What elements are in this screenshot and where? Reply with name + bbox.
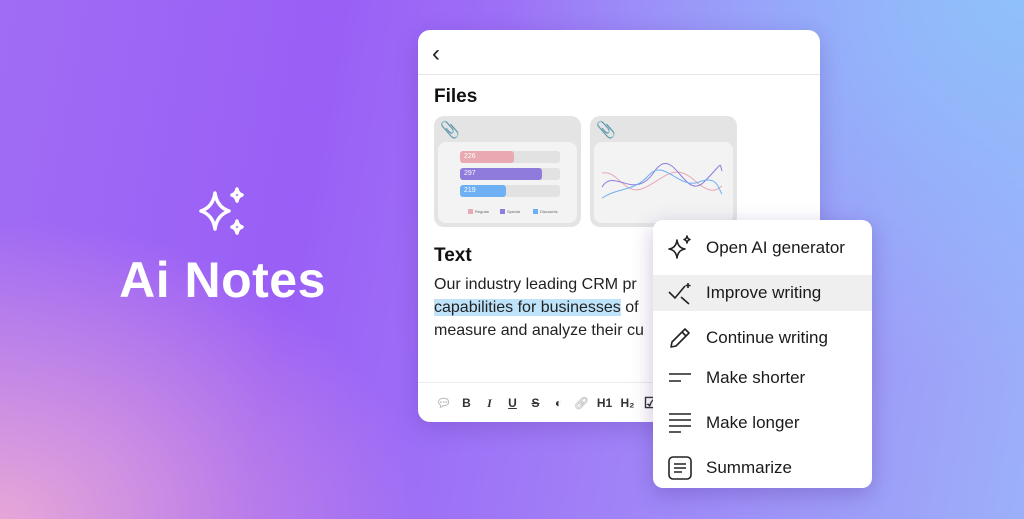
sparkles-icon (653, 235, 706, 261)
underline-button[interactable]: U (501, 396, 524, 410)
menu-item-summarize[interactable]: Summarize (653, 450, 872, 486)
menu-item-improve-writing[interactable]: Improve writing (653, 275, 872, 311)
paperclip-icon: 📎 (440, 122, 460, 139)
pencil-icon (653, 325, 706, 351)
menu-item-make-longer[interactable]: Make longer (653, 405, 872, 441)
check-sparkle-icon (653, 280, 706, 306)
summary-doc-icon (653, 455, 706, 481)
bar-special: 297 (460, 168, 542, 180)
sparkles-icon (198, 187, 244, 235)
files-heading: Files (434, 86, 478, 107)
comment-icon[interactable]: 💬︎ (432, 396, 455, 410)
text-line: Our industry leading CRM pr (434, 276, 637, 293)
format-toolbar: 💬︎ B I U S ◐ 🔗︎ H1 H₂ ☑ (432, 394, 662, 412)
menu-item-open-ai-generator[interactable]: Open AI generator (653, 230, 872, 266)
brand-title: Ai Notes (119, 252, 326, 308)
ai-menu: Open AI generator Improve writing Contin… (653, 220, 872, 488)
menu-item-continue-writing[interactable]: Continue writing (653, 320, 872, 356)
menu-item-make-shorter[interactable]: Make shorter (653, 360, 872, 396)
file-thumbnail-bar-chart[interactable]: 📎 226 297 219 Regular Special Discounts (434, 116, 581, 227)
text-heading: Text (434, 245, 472, 266)
h1-button[interactable]: H1 (593, 396, 616, 410)
italic-button[interactable]: I (478, 396, 501, 411)
bar-discounts: 219 (460, 185, 506, 197)
text-editor[interactable]: Our industry leading CRM pr capabilities… (434, 273, 644, 342)
legend-item: Regular (468, 209, 489, 214)
text-line: capabilities for businesses of (434, 299, 639, 316)
bold-button[interactable]: B (455, 396, 478, 410)
paperclip-icon: 📎 (596, 122, 616, 139)
chevron-left-icon[interactable]: ‹ (432, 40, 440, 68)
line-chart-preview (601, 163, 723, 199)
legend-item: Special (500, 209, 520, 214)
long-lines-icon (653, 410, 706, 436)
short-lines-icon (653, 365, 706, 391)
strikethrough-button[interactable]: S (524, 396, 547, 410)
selected-text: capabilities for businesses (434, 299, 621, 316)
link-icon[interactable]: 🔗︎ (570, 396, 593, 410)
bar-regular: 226 (460, 151, 514, 163)
text-line: measure and analyze their cu (434, 322, 644, 339)
color-icon[interactable]: ◐ (547, 396, 570, 410)
divider (418, 74, 820, 75)
legend-item: Discounts (533, 209, 558, 214)
h2-button[interactable]: H₂ (616, 396, 639, 410)
file-thumbnail-line-chart[interactable]: 📎 (590, 116, 737, 227)
brand: Ai Notes (100, 185, 345, 309)
